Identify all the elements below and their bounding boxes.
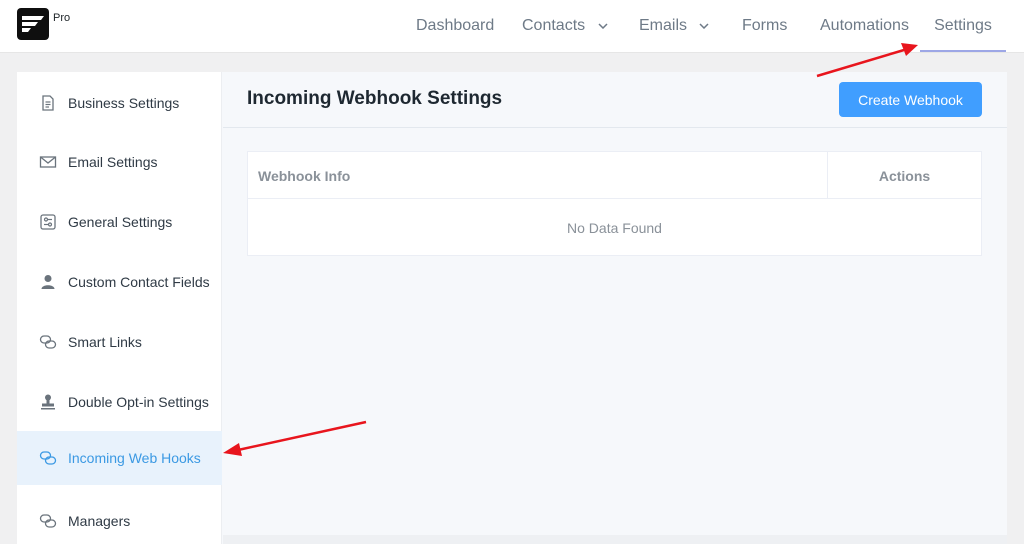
sidebar-item-incoming-web-hooks[interactable]: Incoming Web Hooks [17, 431, 222, 485]
link-icon [39, 451, 57, 465]
sliders-icon [40, 214, 56, 230]
sidebar-item-general-settings[interactable]: General Settings [17, 195, 222, 249]
sidebar-item-smart-links[interactable]: Smart Links [17, 315, 222, 369]
sidebar-item-custom-contact-fields[interactable]: Custom Contact Fields [17, 255, 222, 309]
top-navigation-bar: Pro Dashboard Contacts Emails Forms Auto… [0, 0, 1024, 53]
create-webhook-button[interactable]: Create Webhook [839, 82, 982, 117]
chevron-down-icon [699, 23, 709, 29]
webhooks-table: Webhook Info Actions No Data Found [247, 151, 982, 256]
sidebar-item-label: Managers [68, 513, 131, 529]
app-logo[interactable] [17, 8, 49, 40]
nav-dashboard[interactable]: Dashboard [416, 0, 494, 52]
nav-settings[interactable]: Settings [920, 0, 1006, 52]
table-header: Webhook Info Actions [248, 152, 981, 199]
content-bottom-edge [223, 535, 1007, 544]
sidebar-item-email-settings[interactable]: Email Settings [17, 135, 222, 189]
settings-sidebar: Business Settings Email Settings General… [17, 72, 222, 544]
logo-mark-icon [22, 16, 44, 32]
content-header: Incoming Webhook Settings Create Webhook [223, 72, 1007, 128]
chevron-down-icon [598, 23, 608, 29]
nav-automations[interactable]: Automations [820, 0, 909, 52]
nav-contacts[interactable]: Contacts [522, 0, 608, 52]
sidebar-item-label: Incoming Web Hooks [68, 450, 201, 466]
nav-dashboard-label: Dashboard [416, 17, 495, 34]
user-icon [41, 275, 55, 289]
nav-settings-label: Settings [934, 17, 992, 34]
nav-contacts-label: Contacts [522, 17, 586, 34]
empty-state-text: No Data Found [567, 220, 662, 236]
document-icon [42, 95, 54, 111]
nav-automations-label: Automations [820, 17, 909, 34]
sidebar-item-label: Double Opt-in Settings [68, 394, 209, 410]
sidebar-item-business-settings[interactable]: Business Settings [17, 76, 222, 130]
nav-forms[interactable]: Forms [742, 0, 787, 52]
column-header-webhook-info: Webhook Info [258, 168, 351, 184]
sidebar-item-label: Smart Links [68, 334, 142, 350]
nav-emails-label: Emails [639, 17, 688, 34]
link-icon [39, 335, 57, 349]
sidebar-item-label: General Settings [68, 214, 173, 230]
column-header-actions: Actions [878, 168, 931, 184]
link-icon [39, 514, 57, 528]
sidebar-item-managers[interactable]: Managers [17, 494, 222, 544]
sidebar-item-label: Email Settings [68, 154, 158, 170]
sidebar-item-label: Custom Contact Fields [68, 274, 210, 290]
page-title: Incoming Webhook Settings [247, 88, 503, 109]
sidebar-item-label: Business Settings [68, 95, 180, 111]
nav-emails[interactable]: Emails [639, 0, 709, 52]
sidebar-item-double-opt-in-settings[interactable]: Double Opt-in Settings [17, 375, 222, 429]
envelope-icon [39, 156, 57, 168]
pro-badge: Pro [53, 12, 71, 24]
stamp-icon [41, 394, 55, 410]
nav-forms-label: Forms [742, 17, 788, 34]
